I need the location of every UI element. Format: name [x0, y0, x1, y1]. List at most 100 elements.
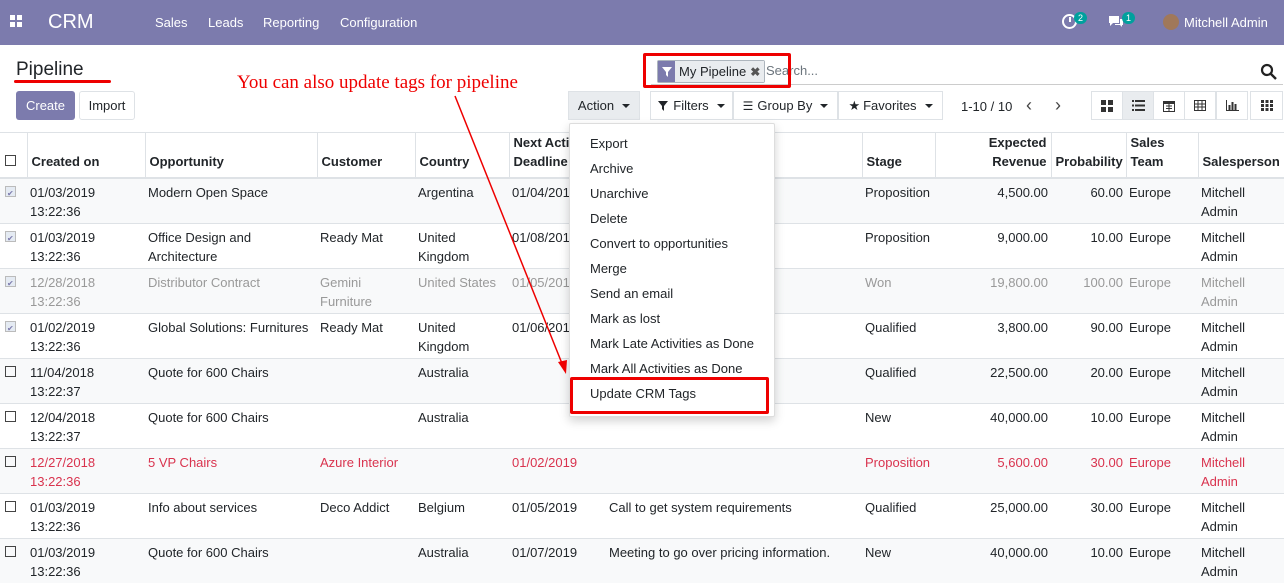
menu-reporting[interactable]: Reporting [263, 15, 319, 30]
menu-item-send-email[interactable]: Send an email [590, 286, 673, 301]
kanban-icon [1101, 99, 1113, 112]
cell-salesperson: Mitchell Admin [1198, 267, 1284, 313]
cell-probability: 100.00 [1051, 267, 1126, 313]
list-view-button[interactable] [1122, 91, 1154, 120]
cell-created-on: 01/03/2019 13:22:36 [27, 222, 145, 268]
filters-button[interactable]: Filters [650, 91, 733, 120]
table-row[interactable]: 01/03/2019 13:22:36 Info about services De… [0, 492, 1284, 538]
apps-menu-icon[interactable] [10, 15, 22, 27]
import-button[interactable]: Import [79, 91, 135, 120]
column-header-probability[interactable]: Probability [1050, 132, 1126, 179]
cell-probability: 10.00 [1051, 402, 1126, 448]
page-title: Pipeline [16, 59, 84, 80]
column-header-country[interactable]: Country [414, 132, 509, 179]
column-header-stage[interactable]: Stage [861, 132, 935, 179]
select-all-checkbox[interactable] [5, 155, 16, 166]
row-checkbox-cell[interactable] [0, 402, 27, 448]
menu-sales[interactable]: Sales [155, 15, 188, 30]
select-all-checkbox-cell[interactable] [0, 132, 27, 179]
pager-next-icon[interactable]: › [1055, 95, 1061, 116]
cell-salesperson: Mitchell Admin [1198, 177, 1284, 223]
user-menu[interactable]: Mitchell Admin [1184, 15, 1268, 30]
cell-stage: Qualified [862, 357, 935, 403]
cell-opportunity: Quote for 600 Chairs [145, 357, 317, 403]
cell-expected-revenue: 9,000.00 [935, 222, 1051, 268]
menu-item-merge[interactable]: Merge [590, 261, 627, 276]
row-checkbox[interactable] [5, 184, 16, 203]
row-checkbox[interactable] [5, 274, 16, 293]
create-button[interactable]: Create [16, 91, 75, 120]
menu-item-archive[interactable]: Archive [590, 161, 633, 176]
menu-item-export[interactable]: Export [590, 136, 628, 151]
cell-summary [606, 447, 862, 493]
row-checkbox-cell[interactable] [0, 357, 27, 403]
column-header-next-activity-label: Next Acti Deadline [513, 135, 570, 169]
row-checkbox-cell[interactable] [0, 492, 27, 538]
cell-created-on: 12/04/2018 13:22:37 [27, 402, 145, 448]
cell-created-on: 12/27/2018 13:22:36 [27, 447, 145, 493]
search-icon[interactable] [1260, 63, 1278, 81]
menu-item-mark-lost[interactable]: Mark as lost [590, 311, 660, 326]
row-checkbox[interactable] [5, 455, 16, 467]
cell-customer: Ready Mat [317, 222, 415, 268]
row-checkbox-cell[interactable] [0, 177, 27, 223]
kanban-view-button[interactable] [1091, 91, 1123, 120]
calendar-view-button[interactable] [1153, 91, 1185, 120]
table-row[interactable]: 12/27/2018 13:22:36 5 VP Chairs Azure Inte… [0, 447, 1284, 493]
row-checkbox[interactable] [5, 229, 16, 248]
cell-country: Belgium [415, 492, 509, 538]
column-header-salesperson[interactable]: Salesperson [1197, 132, 1284, 179]
cell-opportunity: Quote for 600 Chairs [145, 402, 317, 448]
row-checkbox-cell[interactable] [0, 447, 27, 493]
favorites-button[interactable]: ★ Favorites [838, 91, 943, 120]
cell-sales-team: Europe [1126, 312, 1198, 358]
pager-value[interactable]: 1-10 / 10 [961, 99, 1012, 114]
row-checkbox-cell[interactable] [0, 222, 27, 268]
cell-stage: Won [862, 267, 935, 313]
row-checkbox[interactable] [5, 500, 16, 512]
menu-item-mark-late-done[interactable]: Mark Late Activities as Done [590, 336, 754, 351]
row-checkbox[interactable] [5, 545, 16, 557]
menu-item-mark-all-done[interactable]: Mark All Activities as Done [590, 361, 742, 376]
cell-salesperson: Mitchell Admin [1198, 222, 1284, 268]
action-dropdown-menu: Export Archive Unarchive Delete Convert … [569, 123, 775, 417]
column-header-expected-revenue[interactable]: Expected Revenue [934, 132, 1051, 179]
avatar[interactable] [1163, 14, 1179, 30]
cell-created-on: 12/28/2018 13:22:36 [27, 267, 145, 313]
pivot-icon [1194, 100, 1206, 111]
activity-count-badge: 2 [1074, 12, 1088, 24]
column-header-customer[interactable]: Customer [316, 132, 415, 179]
app-brand[interactable]: CRM [48, 11, 94, 34]
dashboard-view-button[interactable] [1250, 91, 1283, 120]
group-by-button[interactable]: ☰ Group By [733, 91, 838, 120]
cell-probability: 60.00 [1051, 177, 1126, 223]
group-by-label: Group By [757, 98, 813, 113]
column-header-opportunity[interactable]: Opportunity [144, 132, 317, 179]
filter-icon [658, 100, 669, 111]
row-checkbox-cell[interactable] [0, 537, 27, 583]
row-checkbox[interactable] [5, 365, 16, 377]
column-header-sales-team[interactable]: Sales Team [1125, 132, 1198, 179]
menu-leads[interactable]: Leads [208, 15, 243, 30]
cell-expected-revenue: 19,800.00 [935, 267, 1051, 313]
cell-stage: New [862, 402, 935, 448]
cell-summary: Meeting to go over pricing information. [606, 537, 862, 583]
menu-configuration[interactable]: Configuration [340, 15, 417, 30]
menu-item-convert[interactable]: Convert to opportunities [590, 236, 728, 251]
row-checkbox[interactable] [5, 410, 16, 422]
row-checkbox-cell[interactable] [0, 312, 27, 358]
chevron-down-icon [820, 103, 829, 108]
menu-item-unarchive[interactable]: Unarchive [590, 186, 649, 201]
graph-view-button[interactable] [1216, 91, 1248, 120]
pivot-view-button[interactable] [1184, 91, 1216, 120]
row-checkbox[interactable] [5, 319, 16, 338]
menu-item-delete[interactable]: Delete [590, 211, 628, 226]
cell-created-on: 01/03/2019 13:22:36 [27, 537, 145, 583]
pager-previous-icon[interactable]: ‹ [1026, 95, 1032, 116]
cell-stage: Qualified [862, 492, 935, 538]
cell-sales-team: Europe [1126, 267, 1198, 313]
row-checkbox-cell[interactable] [0, 267, 27, 313]
column-header-created-on[interactable]: Created on [26, 132, 145, 179]
table-row[interactable]: 01/03/2019 13:22:36 Quote for 600 Chairs A… [0, 537, 1284, 583]
action-dropdown-button[interactable]: Action [568, 91, 640, 120]
